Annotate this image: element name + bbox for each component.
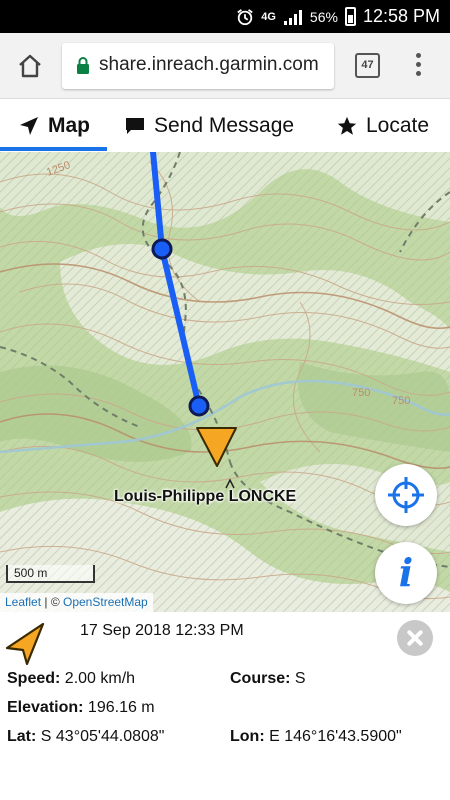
speed-label: Speed: — [7, 670, 61, 687]
longitude-field: Lon: E 146°16'43.5900" — [230, 728, 402, 746]
url-bar[interactable]: share.inreach.garmin.com — [62, 43, 334, 89]
course-value: S — [294, 670, 306, 687]
browser-toolbar: share.inreach.garmin.com 47 — [0, 33, 450, 99]
tab-locate-label: Locate — [366, 113, 430, 137]
alarm-icon — [237, 8, 253, 25]
lock-icon — [77, 57, 89, 74]
speed-value: 2.00 km/h — [64, 670, 136, 687]
tab-switcher-button[interactable]: 47 — [355, 53, 380, 78]
map-scale: 500 m — [6, 565, 95, 583]
tab-locate[interactable]: Locate — [336, 99, 429, 152]
chat-bubble-icon — [126, 117, 144, 134]
center-location-button[interactable] — [375, 464, 437, 526]
speed-field: Speed: 2.00 km/h — [7, 670, 135, 688]
track-point[interactable] — [151, 238, 173, 260]
tab-map[interactable]: Map — [18, 99, 90, 152]
signal-icon — [283, 9, 302, 25]
info-icon: i — [398, 550, 414, 595]
latitude-value: S 43°05'44.0808" — [40, 728, 165, 745]
close-panel-button[interactable] — [397, 620, 433, 656]
network-type: 4G — [261, 10, 276, 23]
map-view[interactable]: 1250 750 750 Louis-Philippe LONCKE i 500… — [0, 152, 450, 612]
navigation-arrow-icon — [20, 116, 38, 135]
elevation-value: 196.16 m — [87, 699, 155, 716]
map-tiles: 1250 750 750 — [0, 152, 450, 612]
longitude-value: E 146°16'43.5900" — [269, 728, 402, 745]
contour-label-750-a: 750 — [352, 387, 370, 399]
clock: 12:58 PM — [362, 6, 440, 26]
elevation-label: Elevation: — [7, 699, 84, 716]
leaflet-link[interactable]: Leaflet — [5, 595, 41, 609]
battery-icon — [344, 7, 356, 26]
star-icon — [337, 116, 357, 135]
url-text: share.inreach.garmin.com — [99, 54, 319, 75]
home-icon[interactable] — [16, 52, 44, 80]
position-details-panel: 17 Sep 2018 12:33 PM Speed: 2.00 km/h Co… — [0, 612, 450, 800]
map-attribution: Leaflet | © OpenStreetMap — [0, 593, 153, 612]
tab-send-message[interactable]: Send Message — [124, 99, 294, 152]
info-button[interactable]: i — [375, 542, 437, 604]
track-point[interactable] — [188, 395, 210, 417]
elevation-field: Elevation: 196.16 m — [7, 699, 155, 717]
course-label: Course: — [230, 670, 291, 687]
app-tab-bar: Map Send Message Locate — [0, 99, 450, 152]
position-timestamp: 17 Sep 2018 12:33 PM — [80, 622, 244, 639]
overflow-menu-icon[interactable] — [414, 53, 422, 79]
status-bar: 4G 56% 12:58 PM — [0, 0, 450, 33]
attribution-separator: | © — [41, 595, 63, 609]
user-label: Louis-Philippe LONCKE — [114, 488, 297, 505]
tab-send-message-label: Send Message — [154, 113, 295, 137]
contour-label-750-b: 750 — [392, 395, 410, 407]
tab-map-label: Map — [48, 113, 90, 137]
course-arrow-icon — [5, 622, 45, 666]
longitude-label: Lon: — [230, 728, 265, 745]
course-field: Course: S — [230, 670, 306, 688]
battery-percent: 56% — [309, 8, 338, 25]
latitude-field: Lat: S 43°05'44.0808" — [7, 728, 164, 746]
latitude-label: Lat: — [7, 728, 37, 745]
active-tab-indicator — [0, 147, 107, 151]
openstreetmap-link[interactable]: OpenStreetMap — [63, 595, 148, 609]
crosshair-icon — [388, 477, 424, 513]
